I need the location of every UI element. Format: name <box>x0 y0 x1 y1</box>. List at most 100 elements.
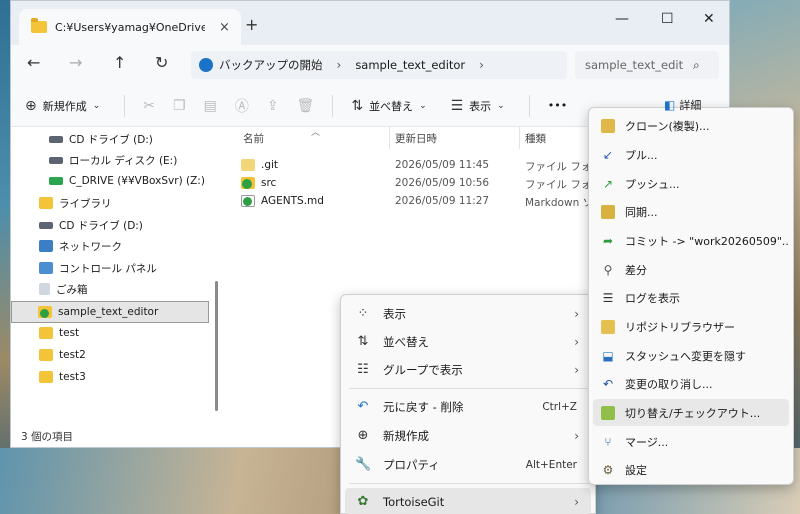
column-divider[interactable] <box>519 127 520 149</box>
maximize-button[interactable]: ☐ <box>661 11 674 27</box>
nav-item-network[interactable]: ネットワーク <box>11 236 215 256</box>
column-header-name[interactable]: 名前 <box>243 131 264 146</box>
submenu-item-merge[interactable]: ⑂ マージ... <box>593 428 789 455</box>
nav-item-label: コントロール パネル <box>59 262 157 275</box>
nav-item-sample-text-editor[interactable]: sample_text_editor <box>11 301 209 323</box>
toolbar-divider <box>332 94 334 117</box>
control-panel-icon <box>39 262 53 274</box>
submenu-item-switch-checkout[interactable]: 切り替え/チェックアウト... <box>593 399 789 426</box>
submenu-item-push[interactable]: ↗ プッシュ... <box>593 170 789 197</box>
menu-item-sort[interactable]: ⇅ 並べ替え › <box>345 328 591 355</box>
grid-view-icon: ⁘ <box>357 306 369 321</box>
nav-item-c-drive-z[interactable]: C_DRIVE (¥¥VBoxSvr) (Z:) <box>11 171 215 191</box>
folder-icon <box>39 349 53 361</box>
column-header-modified[interactable]: 更新日時 <box>395 131 437 146</box>
minimize-button[interactable]: — <box>615 11 629 27</box>
submenu-item-log[interactable]: ☰ ログを表示 <box>593 284 789 311</box>
recycle-bin-icon <box>39 283 50 295</box>
new-label: 新規作成 <box>42 99 87 113</box>
nav-item-test2[interactable]: test2 <box>11 345 215 365</box>
breadcrumb-folder[interactable]: sample_text_editor <box>355 58 465 72</box>
more-button[interactable]: ••• <box>548 99 567 112</box>
submenu-item-pull[interactable]: ↙ プル... <box>593 141 789 168</box>
table-row[interactable]: AGENTS.md 2026/05/09 11:27 Markdown ソース <box>231 193 614 211</box>
details-button[interactable]: ◧ 詳細 <box>664 97 701 113</box>
copy-button[interactable]: ❐ <box>173 98 186 114</box>
search-box[interactable]: sample_text_edit ⌕ <box>575 51 719 79</box>
column-divider[interactable] <box>389 127 390 149</box>
share-button[interactable]: ⇪ <box>267 98 279 114</box>
tortoisegit-icon: ✿ <box>357 494 369 509</box>
nav-item-label: ネットワーク <box>59 240 122 253</box>
close-window-button[interactable]: ✕ <box>703 11 715 27</box>
breadcrumb-separator-icon[interactable]: › <box>479 58 484 72</box>
menu-item-undo-delete[interactable]: ↶ 元に戻す - 削除 Ctrl+Z <box>345 393 591 420</box>
nav-item-local-disk-e[interactable]: ローカル ディスク (E:) <box>11 150 215 170</box>
menu-item-label: 新規作成 <box>383 428 429 443</box>
submenu-item-clone[interactable]: クローン(複製)... <box>593 112 789 139</box>
nav-item-cd-drive-d-2[interactable]: CD ドライブ (D:) <box>11 215 215 235</box>
submenu-item-label: リポジトリブラウザー <box>625 320 735 334</box>
menu-item-new[interactable]: ⊕ 新規作成 › <box>345 422 591 449</box>
view-button[interactable]: ☰ 表示 ⌄ <box>451 98 511 114</box>
repo-browser-icon <box>601 319 615 334</box>
menu-item-label: 表示 <box>383 306 406 321</box>
folder-icon <box>39 371 53 383</box>
submenu-item-commit[interactable]: ➦ コミット -> "work20260509"... <box>593 227 789 254</box>
chevron-right-icon: › <box>574 494 579 509</box>
search-input[interactable]: sample_text_edit <box>585 58 693 72</box>
file-name: AGENTS.md <box>261 195 324 207</box>
cut-button[interactable]: ✂ <box>143 98 155 114</box>
nav-scrollbar[interactable] <box>215 281 218 411</box>
new-button[interactable]: ⊕ 新規作成 ⌄ <box>25 98 106 114</box>
markdown-file-icon <box>241 195 255 207</box>
tab-close-icon[interactable]: × <box>219 20 230 35</box>
new-tab-button[interactable]: + <box>245 15 258 34</box>
nav-item-test[interactable]: test <box>11 323 215 343</box>
breadcrumb-backup[interactable]: バックアップの開始 <box>219 57 323 73</box>
submenu-item-label: プッシュ... <box>625 177 680 191</box>
view-list-icon: ☰ <box>450 97 464 114</box>
chevron-down-icon: ⌄ <box>497 100 505 111</box>
explorer-tab[interactable]: C:¥Users¥yamag¥OneDrive¥デ × <box>19 9 241 45</box>
address-field[interactable]: バックアップの開始 › sample_text_editor › <box>191 51 567 79</box>
chevron-right-icon: › <box>574 362 579 377</box>
submenu-item-repo-browser[interactable]: リポジトリブラウザー <box>593 313 789 340</box>
forward-button[interactable]: → <box>69 53 82 72</box>
file-name: .git <box>261 159 279 171</box>
submenu-item-settings[interactable]: ⚙ 設定 <box>593 456 789 483</box>
menu-item-group-by[interactable]: ☷ グループで表示 › <box>345 356 591 383</box>
rename-button[interactable]: Ⓐ <box>235 96 249 116</box>
menu-item-view[interactable]: ⁘ 表示 › <box>345 300 591 327</box>
submenu-item-label: プル... <box>625 148 658 162</box>
submenu-item-label: 切り替え/チェックアウト... <box>625 406 761 420</box>
nav-item-control-panel[interactable]: コントロール パネル <box>11 258 215 278</box>
submenu-item-diff[interactable]: ⚲ 差分 <box>593 256 789 283</box>
delete-button[interactable]: 🗑 <box>297 98 315 114</box>
up-button[interactable]: ↑ <box>113 53 126 72</box>
nav-item-test3[interactable]: test3 <box>11 367 215 387</box>
nav-item-label: ローカル ディスク (E:) <box>69 154 178 167</box>
file-modified: 2026/05/09 11:27 <box>395 195 490 207</box>
column-header-type[interactable]: 種類 <box>525 131 546 146</box>
nav-item-library[interactable]: ライブラリ <box>11 193 215 213</box>
group-list-icon: ☷ <box>357 362 369 377</box>
menu-separator <box>349 388 589 389</box>
menu-item-tortoisegit[interactable]: ✿ TortoiseGit › <box>345 488 591 514</box>
submenu-item-sync[interactable]: 同期... <box>593 198 789 225</box>
sort-button[interactable]: ⇅ 並べ替え ⌄ <box>351 98 432 114</box>
menu-item-properties[interactable]: 🔧 プロパティ Alt+Enter <box>345 451 591 478</box>
back-button[interactable]: ← <box>27 53 40 72</box>
merge-icon: ⑂ <box>604 434 612 449</box>
paste-button[interactable]: ▤ <box>204 98 217 114</box>
refresh-button[interactable]: ↻ <box>155 53 168 72</box>
submenu-item-revert[interactable]: ↶ 変更の取り消し... <box>593 370 789 397</box>
table-row[interactable]: .git 2026/05/09 11:45 ファイル フォルダー <box>231 157 623 175</box>
submenu-item-stash[interactable]: ⬓ スタッシュへ変更を隠す <box>593 342 789 369</box>
nav-item-cd-drive-d[interactable]: CD ドライブ (D:) <box>11 129 215 149</box>
stash-icon: ⬓ <box>602 348 614 363</box>
nav-item-recycle-bin[interactable]: ごみ箱 <box>11 279 215 299</box>
table-row[interactable]: src 2026/05/09 10:56 ファイル フォルダー <box>231 175 623 193</box>
trash-icon: 🗑 <box>296 97 315 114</box>
menu-item-shortcut: Alt+Enter <box>525 458 577 471</box>
